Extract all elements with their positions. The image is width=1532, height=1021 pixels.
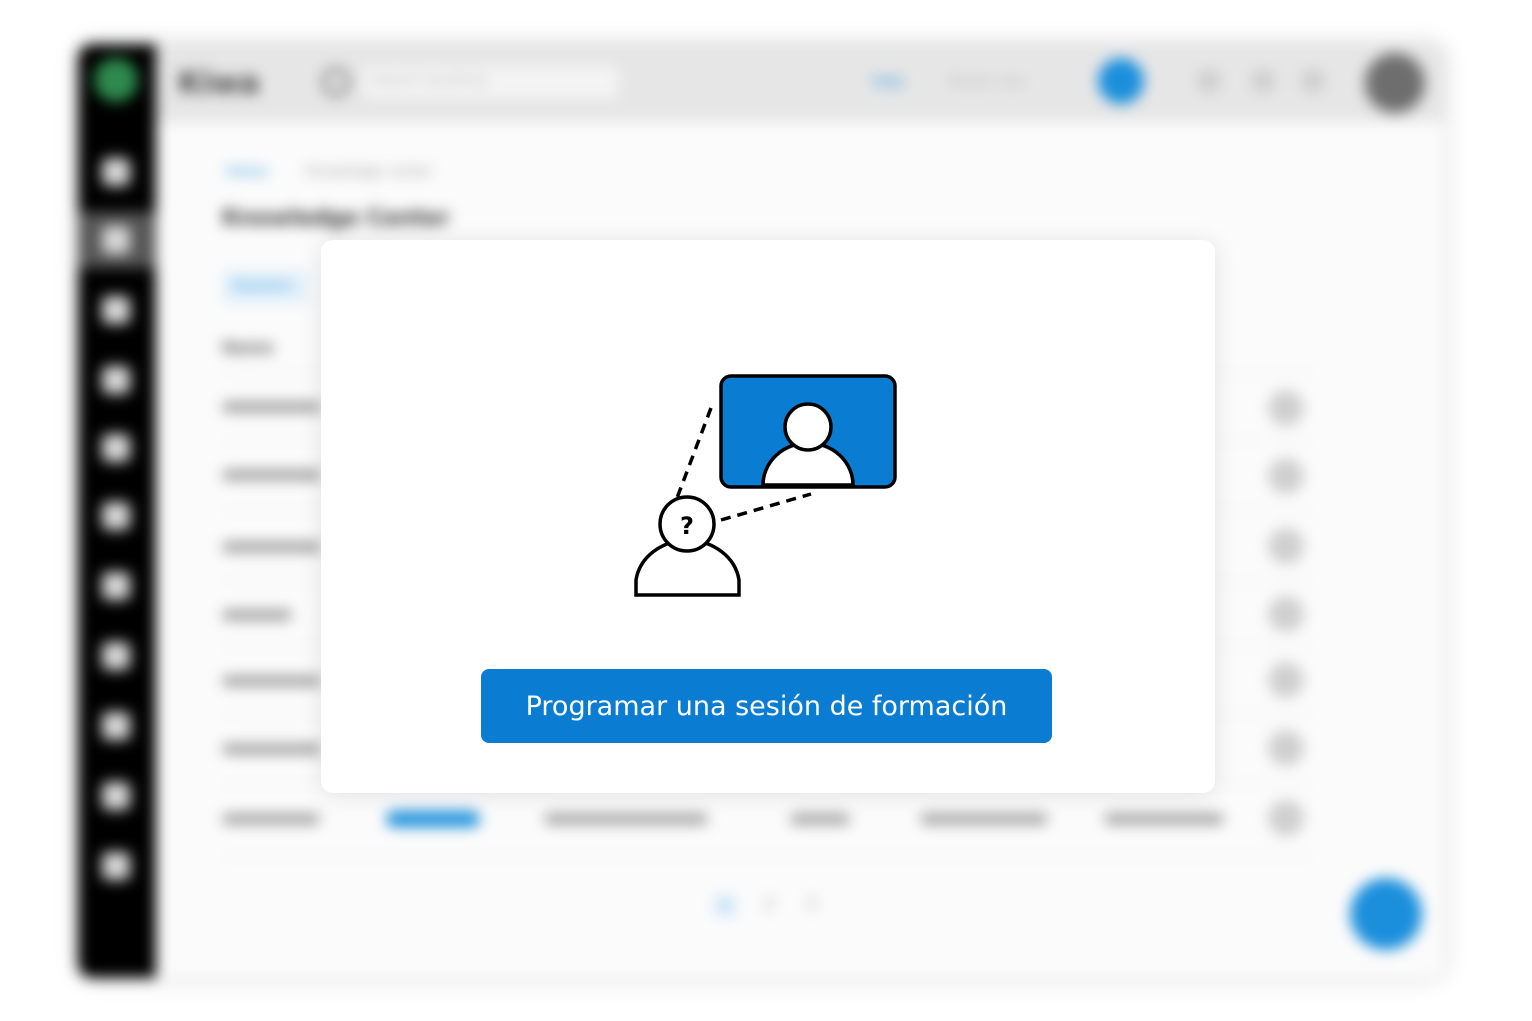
dashed-line [675, 407, 713, 499]
calendar-icon[interactable] [102, 502, 130, 530]
table-cell [222, 676, 322, 686]
training-session-modal: ? Programar una sesión de formación [321, 240, 1215, 793]
help-icon[interactable] [102, 642, 130, 670]
row-action-button[interactable] [1268, 730, 1304, 766]
info-icon[interactable] [1302, 70, 1324, 92]
page-3-button[interactable]: 3 [806, 894, 816, 913]
status-badge [386, 811, 480, 827]
pencil-icon[interactable] [102, 366, 130, 394]
table-cell [222, 470, 322, 480]
breadcrumb-home[interactable]: Home [226, 164, 267, 180]
whats-new-link[interactable]: Whats new [948, 74, 1025, 90]
help-link[interactable]: Help [872, 74, 904, 90]
search-icon[interactable] [322, 68, 350, 96]
mail-icon[interactable] [102, 712, 130, 740]
floating-help-button[interactable] [1350, 878, 1422, 950]
table-cell [222, 744, 322, 754]
app-title: Kiwa [178, 66, 260, 101]
table-cell [222, 402, 322, 412]
schedule-training-button[interactable]: Programar una sesión de formación [481, 669, 1052, 743]
chat-icon[interactable] [102, 572, 130, 600]
apps-icon[interactable] [1198, 70, 1220, 92]
grid-icon[interactable] [102, 226, 130, 254]
document-icon[interactable] [102, 296, 130, 324]
table-cell [1104, 814, 1224, 824]
row-action-button[interactable] [1268, 800, 1304, 836]
search-placeholder: Search anything [372, 72, 487, 88]
row-action-button[interactable] [1268, 528, 1304, 564]
table-cell [920, 814, 1048, 824]
column-header-name: Name [222, 338, 274, 357]
page-title: Knowledge Center [222, 206, 450, 231]
settings-icon[interactable] [102, 852, 130, 880]
breadcrumb-current: Knowledge center [306, 164, 433, 180]
table-cell [222, 610, 292, 620]
table-cell [222, 542, 322, 552]
question-user-icon: ? [634, 495, 741, 597]
row-action-button[interactable] [1268, 458, 1304, 494]
row-action-button[interactable] [1268, 662, 1304, 698]
table-cell [222, 814, 320, 824]
schedule-training-button-label: Programar una sesión de formación [525, 690, 1008, 722]
dashed-line [720, 492, 812, 522]
video-call-illustration: ? [634, 374, 897, 597]
question-mark: ? [680, 512, 694, 540]
table-cell [544, 814, 708, 824]
page-1-button[interactable]: 1 [712, 894, 739, 917]
row-action-button[interactable] [1268, 596, 1304, 632]
divider [222, 856, 1312, 857]
video-call-icon [719, 374, 897, 489]
tab-sessions-label: Sessions [232, 278, 293, 294]
app-logo [94, 58, 138, 102]
avatar[interactable] [1364, 52, 1426, 114]
page-2-button[interactable]: 2 [764, 894, 774, 913]
chart-icon[interactable] [102, 782, 130, 810]
home-icon[interactable] [102, 158, 130, 186]
user-icon[interactable] [102, 434, 130, 462]
row-action-button[interactable] [1268, 390, 1304, 426]
notification-button[interactable] [1098, 58, 1144, 104]
table-cell [790, 814, 850, 824]
bell-icon[interactable] [1252, 70, 1274, 92]
